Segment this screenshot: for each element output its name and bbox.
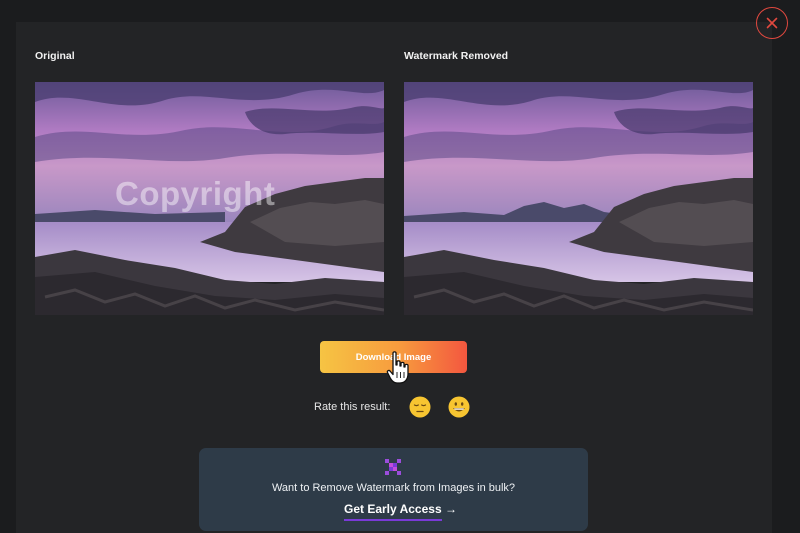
watermark-removed-label: Watermark Removed <box>404 50 509 62</box>
hand-pointer-cursor-icon <box>386 351 409 384</box>
neutral-face-emoji-button[interactable] <box>409 396 431 418</box>
arrow-right-icon: → <box>444 502 457 516</box>
close-icon <box>766 17 778 29</box>
get-early-access-label: Get Early Access <box>344 502 442 516</box>
rate-result-label: Rate this result: <box>314 401 391 413</box>
grid-logo-icon <box>385 459 401 475</box>
grinning-face-emoji-button[interactable] <box>448 396 470 418</box>
bulk-promo-text: Want to Remove Watermark from Images in … <box>271 482 516 494</box>
watermark-removed-image <box>404 82 753 315</box>
get-early-access-link[interactable]: Get Early Access → <box>344 502 457 516</box>
bulk-removal-promo: Want to Remove Watermark from Images in … <box>199 448 588 531</box>
early-access-underline <box>344 519 442 521</box>
copyright-watermark: Copyright <box>115 175 276 212</box>
original-label: Original <box>35 50 75 62</box>
original-image: Copyright <box>35 82 384 315</box>
close-button[interactable] <box>756 7 788 39</box>
